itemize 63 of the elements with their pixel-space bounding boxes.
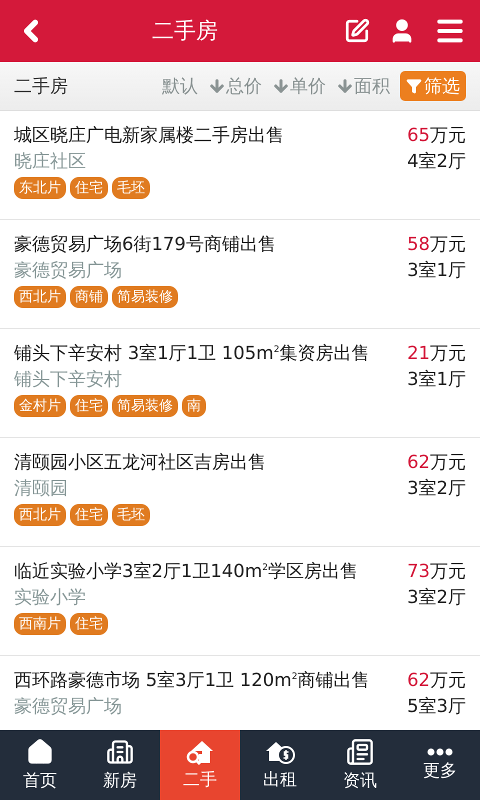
tag: 商铺: [70, 286, 108, 308]
community-name: 实验小学: [14, 586, 86, 609]
tag: 东北片: [14, 177, 66, 199]
nav-tab[interactable]: 资讯: [320, 730, 400, 800]
listing-row[interactable]: 城区晓庄广电新家属楼二手房出售 65万元 晓庄社区 4室2厅 东北片 住宅 毛坯: [0, 111, 480, 220]
listing-row[interactable]: 临近实验小学3室2厅1卫140m$^{2}$学区房出售 73万元 实验小学 3室2厅 西南片 住宅: [0, 547, 480, 656]
price-text: 73万元: [407, 560, 466, 583]
more-icon: [427, 748, 453, 756]
room-layout: 5室3厅: [407, 695, 466, 718]
page-title: 二手房: [151, 18, 219, 46]
nav-tab[interactable]: 出租: [240, 730, 320, 800]
community-name: 铺头下辛安村: [14, 368, 122, 391]
listing-title: 城区晓庄广电新家属楼二手房出售: [14, 124, 284, 147]
price-text: 21万元: [407, 342, 466, 365]
listing-title: 铺头下辛安村 3室1厅1卫 105m$^{2}$集资房出售: [14, 342, 370, 365]
house-coin-icon: [264, 739, 296, 765]
community-name: 清颐园: [14, 477, 68, 500]
building-icon: [106, 738, 134, 766]
tag: 西北片: [14, 286, 66, 308]
room-layout: 3室2厅: [407, 477, 466, 500]
tag: 南: [182, 395, 206, 417]
arrow-down-icon: [272, 77, 290, 95]
listing-title: 西环路豪德市场 5室3厅1卫 120m$^{2}$商铺出售: [14, 669, 370, 692]
price-text: 62万元: [407, 669, 466, 692]
tag: 住宅: [70, 504, 108, 526]
room-layout: 3室2厅: [407, 586, 466, 609]
listing-row[interactable]: 豪德贸易广场6街179号商铺出售 58万元 豪德贸易广场 3室1厅 西北片 商铺 简易装修: [0, 220, 480, 329]
home-icon: [26, 738, 54, 766]
listing-row[interactable]: 铺头下辛安村 3室1厅1卫 105m$^{2}$集资房出售 21万元 铺头下辛安村 3室1厅 金村片 住宅 简易装修 南: [0, 329, 480, 438]
room-layout: 4室2厅: [407, 150, 466, 173]
nav-tab[interactable]: 新房: [80, 730, 160, 800]
listing-title: 清颐园小区五龙河社区吉房出售: [14, 451, 266, 474]
arrow-down-icon: [336, 77, 354, 95]
arrow-down-icon: [208, 77, 226, 95]
community-name: 豪德贸易广场: [14, 695, 122, 718]
tag: 简易装修: [112, 286, 178, 308]
nav-tab[interactable]: 二手: [160, 730, 240, 800]
price-text: 65万元: [407, 124, 466, 147]
room-layout: 3室1厅: [407, 259, 466, 282]
listing-title: 豪德贸易广场6街179号商铺出售: [14, 233, 276, 256]
community-name: 豪德贸易广场: [14, 259, 122, 282]
listing-title: 临近实验小学3室2厅1卫140m$^{2}$学区房出售: [14, 560, 358, 583]
tag: 毛坯: [112, 177, 150, 199]
tag: 金村片: [14, 395, 66, 417]
tag: 住宅: [70, 177, 108, 199]
tag: 西南片: [14, 613, 66, 635]
nav-tab[interactable]: 更多: [400, 730, 480, 800]
section-label: 二手房: [14, 75, 69, 98]
edit-icon: [344, 18, 370, 44]
tag: 住宅: [70, 613, 108, 635]
tag: 简易装修: [112, 395, 178, 417]
tag: 西北片: [14, 504, 66, 526]
listing-row[interactable]: 清颐园小区五龙河社区吉房出售 62万元 清颐园 3室2厅 西北片 住宅 毛坯: [0, 438, 480, 547]
room-layout: 3室1厅: [407, 368, 466, 391]
tag: 住宅: [70, 395, 108, 417]
house-search-icon: [185, 739, 215, 765]
price-text: 58万元: [407, 233, 466, 256]
newspaper-icon: [346, 738, 374, 766]
price-text: 62万元: [407, 451, 466, 474]
filter-icon: [406, 78, 422, 94]
tag: 毛坯: [112, 504, 150, 526]
nav-tab[interactable]: 首页: [0, 730, 80, 800]
community-name: 晓庄社区: [14, 150, 86, 173]
